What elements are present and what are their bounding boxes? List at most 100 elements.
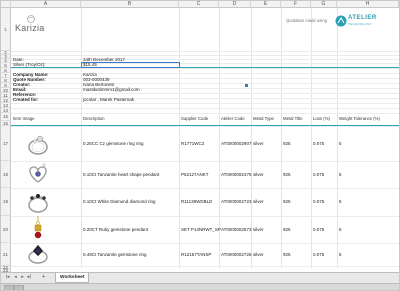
row-supplier-code[interactable]: R11138WDBLD <box>181 199 212 205</box>
gridline <box>11 51 399 52</box>
corner-cell[interactable] <box>1 1 11 8</box>
header-item-image: Item Image <box>13 116 35 121</box>
row-header[interactable]: 21 <box>1 243 11 266</box>
row-header[interactable]: 19 <box>1 188 11 216</box>
header-weight-tolerance: Weight Tolerance (%) <box>339 116 380 121</box>
column-header-b[interactable]: B <box>81 1 179 8</box>
spreadsheet[interactable]: A B C D E F G H 1 2 3 4 5 6 7 8 9 10 11 … <box>0 0 400 291</box>
quotation-made-using-text: Quotation made using <box>286 18 327 23</box>
table-row[interactable]: 0.49Ct Tanzanite gemstone ring R12167TAN… <box>11 243 399 266</box>
table-row[interactable]: 0.10Ct Tanzanite heart shape pendant P52… <box>11 161 399 188</box>
column-header-f[interactable]: F <box>281 1 311 8</box>
logo-text: Karizia <box>15 23 45 33</box>
row-description[interactable]: 0.20CT Ruby gemstone pendant <box>83 227 148 233</box>
row-description[interactable]: 0.26CC Cz gemstone ring ring <box>83 141 144 147</box>
karizia-logo: Karizia <box>15 14 55 36</box>
header-metal-type: Metal Type <box>253 116 274 121</box>
row-metal-type[interactable]: silver <box>253 141 264 147</box>
row-weight-tolerance[interactable]: 5 <box>339 252 342 258</box>
header-supplier-code: Supplier Code <box>181 116 209 121</box>
silver-label: Silver (Troy/Oz): <box>13 62 46 67</box>
row-metal-title[interactable]: 925 <box>283 227 291 233</box>
atelier-logo-icon <box>335 15 347 27</box>
atelier-name: ATELIER <box>348 15 377 21</box>
atelier-logo: ATELIER TECHNOLOGY <box>335 14 377 28</box>
row-metal-title[interactable]: 925 <box>283 199 291 205</box>
status-bar <box>1 283 399 290</box>
created-for-label: Created for: <box>13 97 39 102</box>
next-sheet-icon[interactable]: ▸ <box>20 275 25 280</box>
header-atelier-code: Atelier Code <box>221 116 245 121</box>
gridline <box>11 108 399 109</box>
row-metal-title[interactable]: 925 <box>283 172 291 178</box>
tab-worksheet[interactable]: Worksheet <box>55 273 90 283</box>
row-atelier-code[interactable]: AT0000002573 <box>221 227 251 233</box>
table-row[interactable]: 0.26CC Cz gemstone ring ring R1771WC2 AT… <box>11 126 399 161</box>
accent-line <box>11 67 399 68</box>
row-header[interactable]: 17 <box>1 126 11 161</box>
row-weight-tolerance[interactable]: 5 <box>339 199 342 205</box>
column-header-c[interactable]: C <box>179 1 219 8</box>
atelier-sub: TECHNOLOGY <box>348 22 373 26</box>
column-header-a[interactable]: A <box>11 1 81 8</box>
table-row[interactable]: 0.10Ct White Diamond diamond ring R11138… <box>11 188 399 216</box>
row-atelier-code[interactable]: AT0000002726 <box>221 252 251 258</box>
gridline <box>11 98 399 99</box>
gridline <box>11 59 399 60</box>
last-sheet-icon[interactable]: ▸| <box>27 275 32 280</box>
gridline <box>11 88 399 89</box>
row-header[interactable]: 1 <box>1 8 11 51</box>
row-metal-type[interactable]: silver <box>253 252 264 258</box>
row-metal-title[interactable]: 925 <box>283 141 291 147</box>
row-description[interactable]: 0.10Ct Tanzanite heart shape pendant <box>83 172 159 178</box>
row-loss[interactable]: 0.075 <box>313 227 324 233</box>
prev-sheet-icon[interactable]: ◂ <box>13 275 18 280</box>
row-metal-type[interactable]: silver <box>253 199 264 205</box>
created-for-value[interactable]: jocolar , Marek Pasternak <box>83 97 134 103</box>
gridline <box>11 93 399 94</box>
row-supplier-code[interactable]: P52127ANKT <box>181 172 209 178</box>
status-view-normal-icon[interactable] <box>4 285 14 290</box>
row-supplier-code[interactable]: SET P14NRWT_SP <box>181 227 221 233</box>
heart-pendant-image-icon <box>29 163 47 183</box>
row-loss[interactable]: 0.075 <box>313 199 324 205</box>
row-metal-title[interactable]: 925 <box>283 252 291 258</box>
email-value[interactable]: mastikutimmm1@gmail.com <box>83 87 140 93</box>
row-header[interactable]: 20 <box>1 216 11 243</box>
row-weight-tolerance[interactable]: 5 <box>339 172 342 178</box>
row-loss[interactable]: 0.075 <box>313 141 324 147</box>
row-weight-tolerance[interactable]: 5 <box>339 227 342 233</box>
status-view-layout-icon[interactable] <box>14 285 24 290</box>
row-metal-type[interactable]: silver <box>253 227 264 233</box>
row-atelier-code[interactable]: AT0000002907 <box>221 141 251 147</box>
row-metal-type[interactable]: silver <box>253 172 264 178</box>
header-description: Description <box>83 116 105 121</box>
column-header-e[interactable]: E <box>251 1 281 8</box>
selected-cell[interactable] <box>81 62 180 68</box>
row-supplier-code[interactable]: R12167TANSP <box>181 252 211 258</box>
column-header-d[interactable]: D <box>219 1 251 8</box>
gridline <box>11 103 399 104</box>
gridline <box>11 83 399 84</box>
gridline <box>11 55 399 56</box>
gridline <box>11 73 399 74</box>
row-description[interactable]: 0.10Ct White Diamond diamond ring <box>83 199 156 205</box>
table-row[interactable]: 0.20CT Ruby gemstone pendant SET P14NRWT… <box>11 216 399 243</box>
header-metal-title: Metal Title <box>283 116 303 121</box>
gridline <box>11 68 399 69</box>
ring-image-icon <box>28 135 48 155</box>
gridline <box>11 113 399 114</box>
row-atelier-code[interactable]: AT0000002723 <box>221 199 251 205</box>
row-supplier-code[interactable]: R1771WC2 <box>181 141 204 147</box>
column-header-h[interactable]: H <box>337 1 399 8</box>
add-sheet-button[interactable]: + <box>41 275 46 280</box>
row-loss[interactable]: 0.075 <box>313 252 324 258</box>
row-loss[interactable]: 0.075 <box>313 172 324 178</box>
gridline <box>11 78 399 79</box>
row-description[interactable]: 0.49Ct Tanzanite gemstone ring <box>83 252 146 258</box>
column-header-g[interactable]: G <box>311 1 337 8</box>
first-sheet-icon[interactable]: |◂ <box>5 275 10 280</box>
row-weight-tolerance[interactable]: 5 <box>339 141 342 147</box>
row-atelier-code[interactable]: AT0000002476 <box>221 172 251 178</box>
row-header[interactable]: 18 <box>1 161 11 188</box>
